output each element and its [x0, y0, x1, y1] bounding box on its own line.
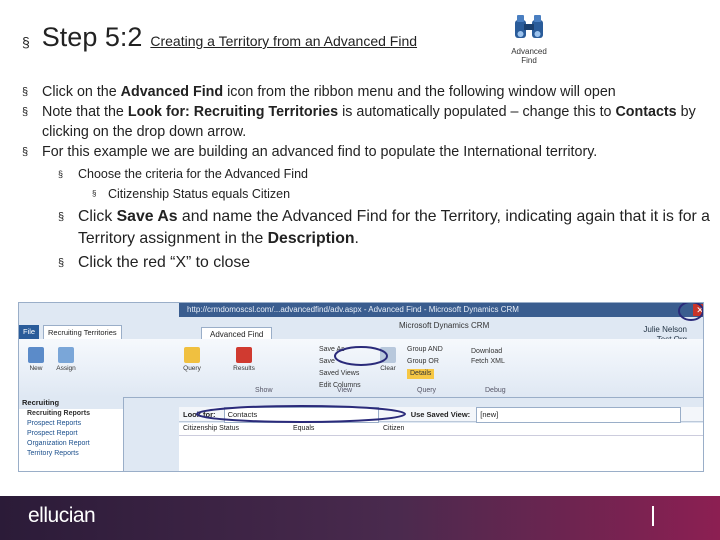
bullet-marker: § [92, 189, 97, 198]
step-heading: Step 5:2 [41, 22, 143, 52]
save-as-highlight [334, 346, 388, 366]
text: Citizenship Status equals Citizen [108, 187, 291, 201]
bold-text: Look for: Recruiting Territories [127, 104, 339, 120]
text: For this example we are building an adva… [42, 144, 598, 160]
ellucian-logo: ellucian [28, 504, 96, 527]
bullet-marker: § [22, 146, 29, 158]
instruction-list: § Click on the Advanced Find icon from t… [22, 82, 712, 274]
advanced-find-label-1: Advanced [511, 47, 547, 56]
text: Click the red “X” to close [78, 254, 251, 271]
sub-list-item: § Choose the criteria for the Advanced F… [22, 164, 712, 184]
binoculars-icon [515, 15, 543, 38]
look-for-highlight [196, 405, 406, 423]
bold-text: Save As [116, 208, 178, 225]
footer-divider [652, 506, 654, 526]
bullet-marker: § [58, 169, 64, 179]
bullet-marker: § [58, 211, 65, 223]
text: icon from the ribbon menu and the follow… [223, 84, 616, 100]
bullet-marker: § [22, 106, 29, 118]
list-item: § Note that the Look for: Recruiting Ter… [22, 102, 712, 142]
annotation-overlay [196, 303, 703, 423]
title-bullet: § [22, 33, 30, 50]
advanced-find-label-2: Find [521, 56, 537, 65]
text: Click [78, 208, 117, 225]
bold-text: Description [267, 230, 355, 247]
slide-title: § Step 5:2 Creating a Territory from an Ad… [22, 22, 417, 53]
step-subtitle: Creating a Territory from an Advanced Fi… [150, 33, 418, 49]
bullet-marker: § [22, 86, 29, 98]
advanced-find-icon[interactable]: Advanced Find [504, 12, 554, 66]
slide-footer: ellucian [0, 496, 720, 540]
text: is automatically populated – change this… [338, 104, 616, 120]
text: Choose the criteria for the Advanced Fin… [78, 167, 308, 181]
sub-sub-list-item: § Citizenship Status equals Citizen [22, 184, 712, 204]
text: Note that the [42, 104, 128, 120]
sub-list-item: § Click the red “X” to close [22, 252, 712, 274]
sub-list-item: § Click Save As and name the Advanced Fi… [22, 206, 712, 250]
crm-screenshot: http://crmdomoscsl.com/...advancedfind/a… [18, 302, 704, 472]
text: Click on the [42, 84, 121, 100]
bullet-marker: § [58, 257, 65, 269]
bold-text: Advanced Find [120, 84, 224, 100]
bold-text: Contacts [615, 104, 677, 120]
text: . [354, 230, 359, 247]
list-item: § For this example we are building an ad… [22, 142, 712, 162]
close-highlight [678, 303, 703, 321]
list-item: § Click on the Advanced Find icon from t… [22, 82, 712, 102]
